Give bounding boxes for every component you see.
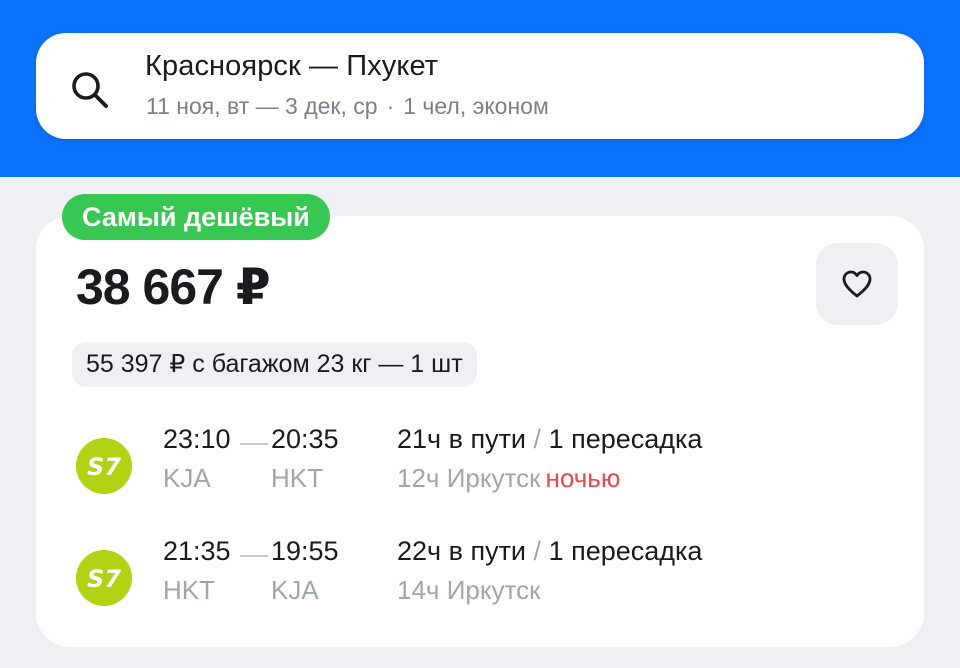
- search-icon: [72, 72, 108, 108]
- search-route: Красноярск — Пхукет: [145, 50, 439, 82]
- s7-logo-mark: S7: [87, 453, 121, 481]
- duration: 22ч в пути: [397, 536, 527, 566]
- favorite-button[interactable]: [816, 243, 898, 325]
- cheapest-badge: Самый дешёвый: [62, 194, 330, 240]
- stopover-info: 12ч Иркутск ночью: [397, 463, 620, 494]
- time-dash: [240, 443, 268, 445]
- baggage-option-chip[interactable]: 55 397 ₽ с багажом 23 кг — 1 шт: [72, 342, 477, 387]
- transfers: 1 пересадка: [548, 536, 703, 566]
- stopover: 12ч Иркутск: [397, 463, 541, 493]
- slash: /: [533, 424, 542, 454]
- heart-icon: [842, 270, 872, 298]
- depart-time: 23:10: [163, 424, 231, 454]
- to-code: HKT: [271, 463, 323, 493]
- stopover-info: 14ч Иркутск: [397, 575, 541, 606]
- night-warning: ночью: [545, 463, 621, 493]
- s7-logo: S7: [76, 550, 132, 606]
- s7-logo: S7: [76, 438, 132, 494]
- time-dash: [240, 555, 268, 557]
- flight-segment-outbound: S7 23:10 20:35 21ч в пути / 1 пересадка …: [0, 424, 960, 504]
- from-code: HKT: [163, 575, 215, 605]
- search-details: 11 ноя, вт — 3 дек, ср · 1 чел, эконом: [146, 93, 549, 120]
- duration: 21ч в пути: [397, 424, 527, 454]
- arrive-time: 19:55: [271, 536, 339, 566]
- duration-transfers: 22ч в пути / 1 пересадка: [397, 536, 702, 567]
- s7-logo-text: S7: [87, 565, 121, 593]
- slash: /: [533, 536, 542, 566]
- s7-logo-text: S7: [87, 453, 121, 481]
- duration-transfers: 21ч в пути / 1 пересадка: [397, 424, 702, 455]
- from-code: KJA: [163, 463, 211, 493]
- search-bar[interactable]: [36, 33, 924, 139]
- search-dates: 11 ноя, вт — 3 дек, ср: [146, 93, 378, 119]
- separator-dot: ·: [386, 93, 395, 119]
- to-code: KJA: [271, 575, 319, 605]
- search-passengers: 1 чел, эконом: [403, 93, 549, 119]
- arrive-time: 20:35: [271, 424, 339, 454]
- stopover: 14ч Иркутск: [397, 575, 541, 605]
- depart-time: 21:35: [163, 536, 231, 566]
- flight-segment-return: S7 21:35 19:55 22ч в пути / 1 пересадка …: [0, 536, 960, 616]
- s7-logo-mark: S7: [87, 565, 121, 593]
- offer-price: 38 667 ₽: [76, 259, 271, 315]
- transfers: 1 пересадка: [548, 424, 703, 454]
